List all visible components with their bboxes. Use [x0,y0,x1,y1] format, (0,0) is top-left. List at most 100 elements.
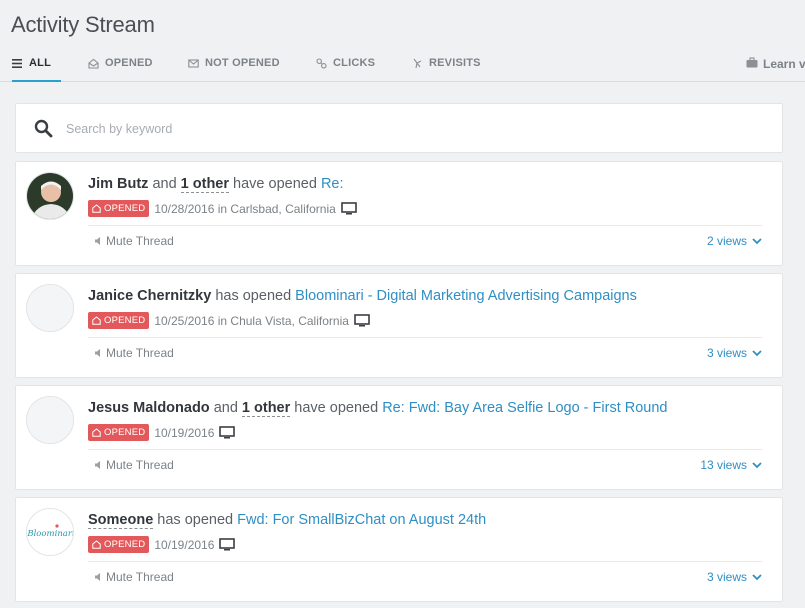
status-badge: OPENED [88,312,150,329]
action-text: have opened [290,400,383,416]
other-recipients[interactable]: 1 other [180,176,230,193]
views-toggle[interactable]: 2 views [707,234,762,248]
status-badge-label: OPENED [104,427,146,438]
avatar [26,172,74,220]
views-count: 2 views [706,234,747,248]
tab-opened-label: OPENED [105,57,153,69]
open-envelope-icon [92,204,101,213]
views-toggle[interactable]: 13 views [700,458,762,472]
tab-all[interactable]: ALL [12,57,61,82]
speaker-icon [95,349,100,357]
activity-meta: OPENED 10/19/2016 [88,424,236,441]
status-badge-label: OPENED [104,539,146,550]
page-title: Activity Stream [11,12,155,37]
views-count: 3 views [706,346,747,360]
action-text: have opened [229,176,321,192]
mute-thread-button[interactable]: Mute Thread [94,234,174,248]
mute-thread-label: Mute Thread [106,234,174,248]
activity-card: Jim Butz and 1 other have opened Re: OPE… [15,161,783,266]
activity-summary: Jesus Maldonado and 1 other have opened … [88,400,668,417]
views-count: 3 views [706,570,747,584]
activity-date: 10/28/2016 [154,201,215,216]
chevron-down-icon [752,237,762,244]
avatar-placeholder-icon [27,285,73,331]
link-icon [316,58,327,69]
open-envelope-icon [92,316,101,325]
status-badge: OPENED [88,200,150,217]
views-toggle[interactable]: 3 views [707,346,762,360]
desktop-icon [340,202,357,215]
desktop-icon [219,426,236,439]
divider [88,225,762,226]
tab-all-label: ALL [29,57,51,69]
email-subject-link[interactable]: Bloominari - Digital Marketing Advertisi… [295,288,637,304]
action-text: has opened [211,288,296,304]
company-logo: Bloominari [27,509,74,555]
email-subject-link[interactable]: Re: Fwd: Bay Area Selfie Logo - First Ro… [382,400,667,416]
briefcase-icon [746,57,758,68]
contact-name: Janice Chernitzky [88,288,212,304]
mute-thread-label: Mute Thread [106,570,174,584]
conjunction: and [209,400,242,416]
activity-summary: Jim Butz and 1 other have opened Re: [88,176,344,193]
views-toggle[interactable]: 3 views [707,570,762,584]
search-input[interactable] [66,118,666,140]
activity-card: Janice Chernitzky has opened Bloominari … [15,273,783,378]
revisit-icon [413,58,422,69]
open-envelope-icon [88,58,99,69]
speaker-icon [95,237,100,245]
status-badge: OPENED [88,424,150,441]
activity-meta: OPENED 10/25/2016 in Chula Vista, Califo… [88,312,370,329]
contact-name: Jim Butz [88,176,149,192]
desktop-icon [219,538,236,551]
filter-tabs: ALL OPENED NOT OPENED CLICKS REVISITS [0,52,805,82]
learn-link[interactable]: Learn v [746,57,805,71]
tab-revisits-label: REVISITS [429,57,481,69]
chevron-down-icon [752,573,762,580]
tab-revisits[interactable]: REVISITS [412,57,481,82]
activity-date: 10/19/2016 [154,537,215,552]
mute-thread-button[interactable]: Mute Thread [94,570,174,584]
activity-meta: OPENED 10/28/2016 in Carlsbad, Californi… [88,200,357,217]
divider [88,449,762,450]
chevron-down-icon [752,349,762,356]
activity-location: in Carlsbad, California [214,201,336,216]
list-icon [12,59,22,68]
other-recipients[interactable]: 1 other [241,400,291,417]
divider [88,561,762,562]
mute-thread-label: Mute Thread [106,458,174,472]
views-count: 13 views [700,458,747,472]
avatar [26,284,74,332]
email-subject-link[interactable]: Fwd: For SmallBizChat on August 24th [237,512,486,528]
activity-location: in Chula Vista, California [214,313,349,328]
email-subject-link[interactable]: Re: [321,176,344,192]
tab-not-opened-label: NOT OPENED [205,57,280,69]
chevron-down-icon [752,461,762,468]
desktop-icon [354,314,370,327]
mute-thread-button[interactable]: Mute Thread [94,458,174,472]
activity-date: 10/19/2016 [154,425,215,440]
search-icon [34,119,53,138]
avatar: Bloominari [26,508,74,556]
status-badge-label: OPENED [104,315,146,326]
status-badge-label: OPENED [104,203,146,214]
user-photo-icon [27,173,73,219]
activity-summary: Someone has opened Fwd: For SmallBizChat… [88,512,486,529]
mute-thread-label: Mute Thread [106,346,174,360]
status-badge: OPENED [88,536,150,553]
tab-opened[interactable]: OPENED [88,57,153,82]
activity-card: Bloominari Someone has opened Fwd: For S… [15,497,783,602]
tab-clicks[interactable]: CLICKS [316,57,375,82]
mute-thread-button[interactable]: Mute Thread [94,346,174,360]
conjunction: and [148,176,181,192]
activity-meta: OPENED 10/19/2016 [88,536,236,553]
svg-text:Bloominari: Bloominari [27,529,74,539]
contact-name[interactable]: Someone [88,512,154,529]
avatar-placeholder-icon [27,397,73,443]
avatar [26,396,74,444]
activity-date-location: 10/25/2016 in Chula Vista, California [154,314,349,328]
tab-clicks-label: CLICKS [333,57,376,69]
activity-card: Jesus Maldonado and 1 other have opened … [15,385,783,490]
tab-not-opened[interactable]: NOT OPENED [188,57,280,82]
learn-label: Learn v [763,57,805,71]
